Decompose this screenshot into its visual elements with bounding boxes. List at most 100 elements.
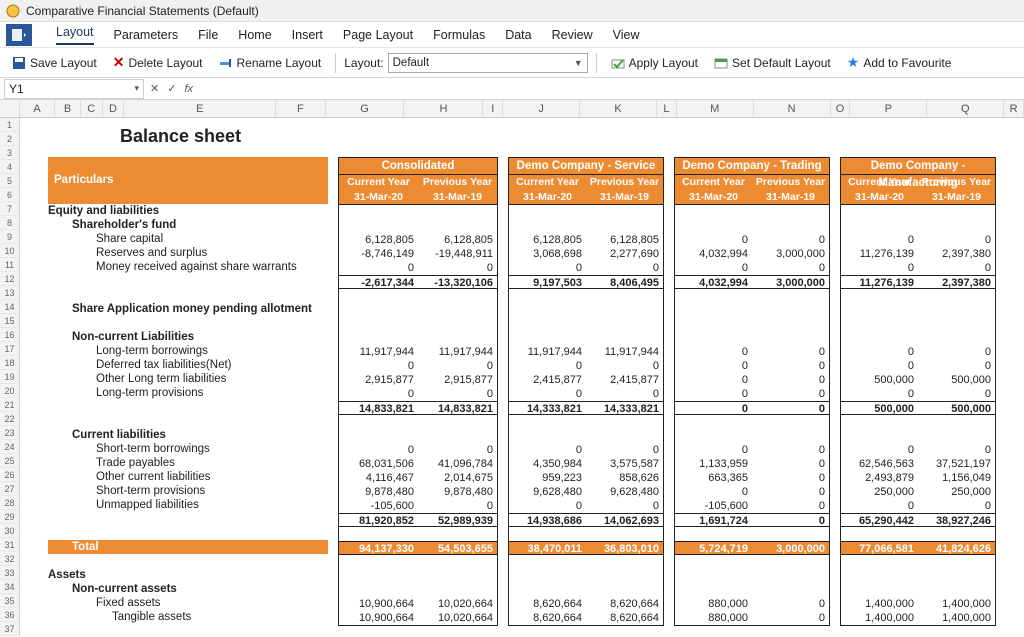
- menu-review[interactable]: Review: [552, 28, 593, 42]
- add-favourite-button[interactable]: ★ Add to Favourite: [841, 52, 958, 73]
- menu-insert[interactable]: Insert: [292, 28, 323, 42]
- app-menu-button[interactable]: [6, 24, 32, 46]
- rename-layout-button[interactable]: Rename Layout: [213, 54, 328, 72]
- col-header[interactable]: D: [103, 100, 125, 117]
- row-header[interactable]: 32: [0, 552, 19, 566]
- col-header[interactable]: B: [55, 100, 81, 117]
- delete-layout-button[interactable]: ✕ Delete Layout: [107, 52, 209, 73]
- layout-label: Layout:: [344, 56, 383, 70]
- apply-layout-button[interactable]: Apply Layout: [605, 54, 704, 72]
- row-header[interactable]: 30: [0, 524, 19, 538]
- subtotal-row: 14,833,82114,833,821: [339, 401, 497, 415]
- col-header[interactable]: E: [124, 100, 276, 117]
- col-header[interactable]: L: [657, 100, 677, 117]
- data-row: 00: [675, 345, 829, 359]
- row-header[interactable]: 10: [0, 244, 19, 258]
- menu-file[interactable]: File: [198, 28, 218, 42]
- col-header[interactable]: I: [483, 100, 503, 117]
- row-header[interactable]: 15: [0, 314, 19, 328]
- col-header[interactable]: M: [677, 100, 754, 117]
- row-header[interactable]: 37: [0, 622, 19, 636]
- menu-formulas[interactable]: Formulas: [433, 28, 485, 42]
- row-header[interactable]: 3: [0, 146, 19, 160]
- menu-data[interactable]: Data: [505, 28, 531, 42]
- row-header[interactable]: 35: [0, 594, 19, 608]
- subtotal-row: 4,032,9943,000,000: [675, 275, 829, 289]
- row-header[interactable]: 20: [0, 384, 19, 398]
- col-header[interactable]: Q: [927, 100, 1004, 117]
- row-header[interactable]: 1: [0, 118, 19, 132]
- row-header[interactable]: 6: [0, 188, 19, 202]
- row-header[interactable]: 26: [0, 468, 19, 482]
- row-header[interactable]: 4: [0, 160, 19, 174]
- row-header[interactable]: 14: [0, 300, 19, 314]
- col-header[interactable]: O: [831, 100, 851, 117]
- col-header[interactable]: R: [1004, 100, 1024, 117]
- menu-bar: Layout Parameters File Home Insert Page …: [0, 22, 1024, 48]
- layout-dropdown[interactable]: Default ▼: [388, 53, 588, 73]
- col-header[interactable]: J: [503, 100, 580, 117]
- formula-accept[interactable]: ✓: [167, 82, 176, 95]
- col-header[interactable]: [0, 100, 20, 117]
- data-row: 4,116,4672,014,675: [339, 471, 497, 485]
- col-header[interactable]: G: [326, 100, 405, 117]
- menu-layout[interactable]: Layout: [56, 25, 94, 45]
- menu-view[interactable]: View: [613, 28, 640, 42]
- data-row: 00: [675, 233, 829, 247]
- cell-reference-box[interactable]: Y1 ▾: [4, 79, 144, 99]
- row-header[interactable]: 17: [0, 342, 19, 356]
- row-header[interactable]: 5: [0, 174, 19, 188]
- row-label: Long-term borrowings: [48, 344, 328, 358]
- data-row: 00: [675, 387, 829, 401]
- row-header[interactable]: 7: [0, 202, 19, 216]
- menu-home[interactable]: Home: [238, 28, 271, 42]
- row-header[interactable]: 29: [0, 510, 19, 524]
- col-header[interactable]: K: [580, 100, 657, 117]
- row-header[interactable]: 18: [0, 356, 19, 370]
- row-header[interactable]: 31: [0, 538, 19, 552]
- data-row: 00: [339, 443, 497, 457]
- fx-icon[interactable]: fx: [184, 83, 193, 95]
- spreadsheet-grid[interactable]: ABCDEFGHIJKLMNOPQR 123456789101112131415…: [0, 100, 1024, 637]
- data-row: 00: [841, 345, 995, 359]
- row-label: Reserves and surplus: [48, 246, 328, 260]
- row-label: Tangible assets: [48, 610, 328, 624]
- col-header[interactable]: F: [276, 100, 325, 117]
- subtotal-row: 14,333,82114,333,821: [509, 401, 663, 415]
- row-label: Shareholder's fund: [48, 218, 328, 232]
- row-header[interactable]: 28: [0, 496, 19, 510]
- subtotal-row: 14,938,68614,062,693: [509, 513, 663, 527]
- row-header[interactable]: 34: [0, 580, 19, 594]
- col-header[interactable]: H: [404, 100, 483, 117]
- row-header[interactable]: 23: [0, 426, 19, 440]
- row-header[interactable]: 11: [0, 258, 19, 272]
- formula-cancel[interactable]: ✕: [150, 82, 159, 95]
- data-row: 11,917,94411,917,944: [339, 345, 497, 359]
- row-header[interactable]: 22: [0, 412, 19, 426]
- row-header[interactable]: 16: [0, 328, 19, 342]
- row-header[interactable]: 21: [0, 398, 19, 412]
- row-header[interactable]: 33: [0, 566, 19, 580]
- row-header[interactable]: 24: [0, 440, 19, 454]
- menu-parameters[interactable]: Parameters: [114, 28, 179, 42]
- row-header[interactable]: 12: [0, 272, 19, 286]
- save-layout-button[interactable]: Save Layout: [6, 54, 103, 72]
- row-header[interactable]: 25: [0, 454, 19, 468]
- col-header[interactable]: C: [81, 100, 103, 117]
- window-title: Comparative Financial Statements (Defaul…: [26, 4, 259, 18]
- col-header[interactable]: N: [754, 100, 831, 117]
- data-row: 00: [339, 359, 497, 373]
- row-header[interactable]: 8: [0, 216, 19, 230]
- row-label: Fixed assets: [48, 596, 328, 610]
- menu-pagelayout[interactable]: Page Layout: [343, 28, 413, 42]
- row-header[interactable]: 19: [0, 370, 19, 384]
- row-header[interactable]: 2: [0, 132, 19, 146]
- col-header[interactable]: A: [20, 100, 56, 117]
- row-header[interactable]: 9: [0, 230, 19, 244]
- row-header[interactable]: 36: [0, 608, 19, 622]
- row-header[interactable]: 13: [0, 286, 19, 300]
- row-header[interactable]: 27: [0, 482, 19, 496]
- set-default-layout-button[interactable]: Set Default Layout: [708, 54, 837, 72]
- col-header[interactable]: P: [850, 100, 927, 117]
- data-row: 250,000250,000: [841, 485, 995, 499]
